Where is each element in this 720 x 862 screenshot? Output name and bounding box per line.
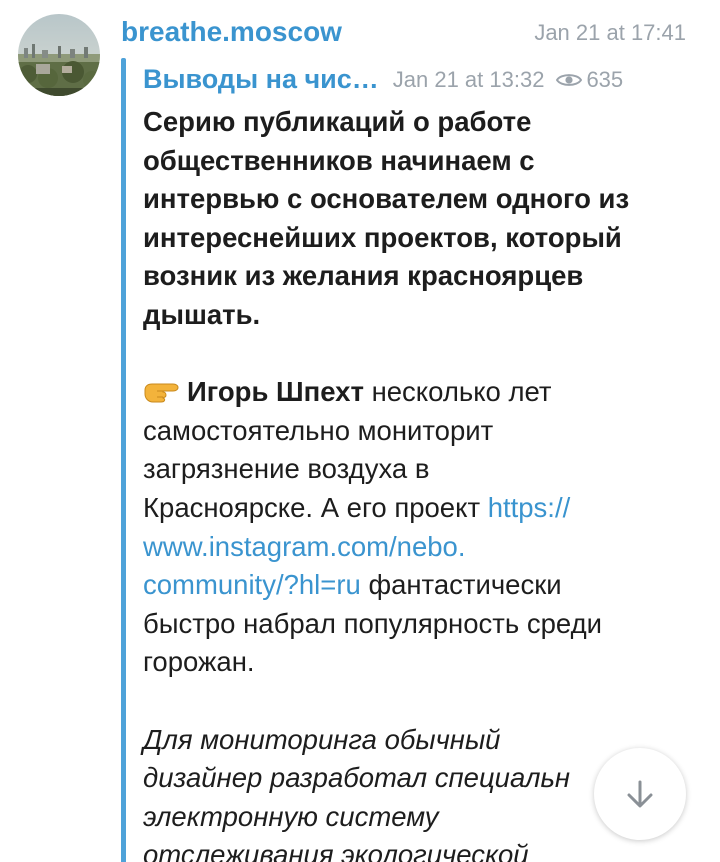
body-line: интервью с основателем одного из [143,183,630,215]
channel-avatar[interactable] [18,14,100,96]
body-line: интереснейших проектов, который [143,221,622,253]
body-line: быстро набрал популярность среди [143,607,602,639]
forward-bar [121,58,126,862]
channel-name[interactable]: breathe.moscow [121,16,342,48]
pointing-hand-icon [144,383,179,403]
message-body: Серию публикаций о работе общественников… [143,103,673,862]
body-line: Для мониторинга обычный [143,723,501,755]
body-line: электронную систему [143,800,439,832]
body-line: www.instagram.com/nebo. [143,528,673,567]
arrow-down-icon [627,780,653,808]
body-line: Красноярске. А его проект https:// [143,489,673,528]
body-line: возник из желания красноярцев [143,260,584,292]
instagram-link[interactable]: https:// [488,492,571,523]
views-count: 635 [586,66,624,92]
body-line: Игорь Шпехт несколько лет [143,373,673,412]
message-item: breathe.moscow Jan 21 at 17:41 Выводы на… [0,0,720,862]
body-text: Красноярске. А его проект [143,491,488,523]
eye-icon [556,73,583,86]
message-time: Jan 21 at 17:41 [534,20,686,45]
forward-date: Jan 21 at 13:32 [392,66,545,92]
body-line: дышать. [143,298,261,330]
body-line: Серию публикаций о работе [143,106,532,137]
scroll-down-button[interactable] [594,748,686,840]
instagram-link[interactable]: community/?hl=ru [143,569,361,600]
body-line: самостоятельно мониторит [143,414,494,446]
instagram-link[interactable]: www.instagram.com/nebo. [143,531,466,562]
forward-header: Выводы на чис… Jan 21 at 13:32 635 [143,64,623,95]
body-line: community/?hl=ru фантастически [143,566,673,605]
body-line: отслеживания экологической [143,839,529,862]
body-line: загрязнение воздуха в [143,453,430,485]
person-name: Игорь Шпехт [187,376,364,408]
forward-source-title[interactable]: Выводы на чис… [143,64,379,95]
city-skyline-avatar-icon [18,14,100,96]
body-text: фантастически [360,569,562,601]
body-line: общественников начинаем с [143,144,535,176]
body-line: горожан. [143,646,255,678]
body-text: несколько лет [363,376,552,408]
